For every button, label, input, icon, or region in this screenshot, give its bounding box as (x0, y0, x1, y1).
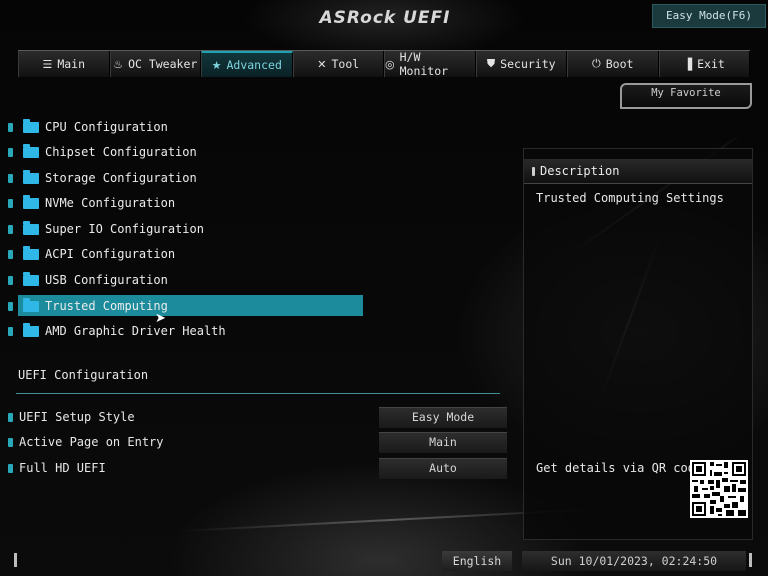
menu-item-label: AMD Graphic Driver Health (45, 324, 226, 338)
setting-value-dropdown[interactable]: Easy Mode (379, 407, 507, 428)
folder-icon (23, 220, 39, 235)
setting-label: Full HD UEFI (19, 461, 106, 475)
tab-exit[interactable]: ▐ Exit (658, 51, 750, 77)
star-icon: ★ (211, 58, 222, 72)
folder-icon (23, 297, 39, 312)
power-icon: ⏻ (592, 57, 601, 70)
bullet-icon (8, 147, 13, 157)
asrock-uefi-logo: ASRock UEFI (319, 8, 451, 28)
qr-code-icon (690, 460, 748, 518)
scroll-indicator-right (749, 553, 752, 567)
folder-icon (23, 143, 39, 158)
menu-item-label: Super IO Configuration (45, 222, 204, 236)
tab-label: Tool (331, 57, 360, 71)
my-favorite-button[interactable]: My Favorite (620, 83, 752, 109)
folder-icon (23, 118, 39, 133)
menu-item-label: ACPI Configuration (45, 247, 176, 261)
setting-label: UEFI Setup Style (19, 410, 135, 424)
menu-item-amd-graphic-driver-health[interactable]: AMD Graphic Driver Health (8, 320, 358, 342)
tab-label: Main (57, 57, 86, 71)
datetime-display: Sun 10/01/2023, 02:24:50 (522, 551, 746, 571)
description-header: Description (524, 159, 752, 184)
description-panel: Description Trusted Computing Settings G… (523, 148, 753, 540)
tab-boot[interactable]: ⏻ Boot (567, 51, 659, 77)
description-text: Trusted Computing Settings (536, 191, 724, 205)
uefi-configuration-title: UEFI Configuration (18, 368, 149, 382)
menu-item-label: Storage Configuration (45, 171, 197, 185)
bullet-icon (8, 326, 13, 336)
setting-uefi-setup-style[interactable]: UEFI Setup Style Easy Mode (8, 406, 507, 428)
tools-icon: ✕ (317, 57, 327, 71)
description-heading: Description (540, 164, 620, 178)
exit-icon: ▐ (683, 57, 693, 71)
menu-item-acpi-configuration[interactable]: ACPI Configuration (8, 243, 358, 265)
tab-label: Security (500, 57, 556, 71)
setting-active-page-on-entry[interactable]: Active Page on Entry Main (8, 431, 507, 453)
bullet-icon (8, 198, 13, 208)
bullet-icon (8, 173, 13, 183)
qr-label: Get details via QR code (536, 461, 703, 475)
tab-advanced[interactable]: ★ Advanced (201, 51, 293, 77)
bullet-icon (8, 122, 13, 132)
easy-mode-button[interactable]: Easy Mode(F6) (652, 4, 766, 28)
menu-item-label: USB Configuration (45, 273, 168, 287)
bullet-icon (8, 301, 13, 311)
tab-label: Boot (605, 57, 634, 71)
tab-label: OC Tweaker (128, 57, 198, 71)
bullet-icon (8, 463, 13, 473)
menu-item-storage-configuration[interactable]: Storage Configuration (8, 167, 358, 189)
bullet-icon (8, 275, 13, 285)
tab-oc-tweaker[interactable]: ♨ OC Tweaker (109, 51, 201, 77)
setting-label: Active Page on Entry (19, 435, 164, 449)
setting-value-dropdown[interactable]: Main (379, 432, 507, 453)
menu-item-label: Chipset Configuration (45, 145, 197, 159)
setting-value-dropdown[interactable]: Auto (379, 458, 507, 479)
menu-item-label: Trusted Computing (45, 299, 168, 313)
tab-label: Exit (697, 57, 725, 71)
bullet-icon (8, 437, 13, 447)
menu-item-chipset-configuration[interactable]: Chipset Configuration (8, 141, 358, 163)
folder-icon (23, 322, 39, 337)
setting-full-hd-uefi[interactable]: Full HD UEFI Auto (8, 457, 507, 479)
monitor-icon: ◎ (385, 57, 395, 71)
menu-item-cpu-configuration[interactable]: CPU Configuration (8, 116, 358, 138)
list-icon: ☰ (42, 57, 53, 71)
folder-icon (23, 194, 39, 209)
bullet-icon (8, 249, 13, 259)
tab-main[interactable]: ☰ Main (18, 51, 110, 77)
mouse-cursor-icon: ➤ (155, 311, 166, 326)
bullet-icon (8, 224, 13, 234)
menu-item-usb-configuration[interactable]: USB Configuration (8, 269, 358, 291)
section-divider (16, 393, 500, 394)
menu-item-trusted-computing[interactable]: Trusted Computing (8, 295, 363, 317)
tab-hw-monitor[interactable]: ◎ H/W Monitor (384, 50, 476, 78)
shield-icon: ⛊ (486, 57, 496, 70)
flame-icon: ♨ (113, 57, 124, 71)
tab-security[interactable]: ⛊ Security (475, 51, 567, 77)
menu-item-super-io-configuration[interactable]: Super IO Configuration (8, 218, 358, 240)
folder-icon (23, 245, 39, 260)
bullet-icon (8, 412, 13, 422)
tab-label: Advanced (226, 58, 282, 72)
folder-icon (23, 271, 39, 286)
tab-tool[interactable]: ✕ Tool (292, 51, 384, 77)
menu-item-label: CPU Configuration (45, 120, 168, 134)
info-bar-icon (532, 166, 535, 176)
main-nav: ☰ Main ♨ OC Tweaker ★ Advanced ✕ Tool ◎ … (18, 50, 750, 78)
tab-label: H/W Monitor (399, 50, 449, 78)
language-button[interactable]: English (442, 551, 512, 571)
menu-item-nvme-configuration[interactable]: NVMe Configuration (8, 192, 358, 214)
scroll-indicator-left (14, 553, 17, 567)
menu-item-label: NVMe Configuration (45, 196, 176, 210)
folder-icon (23, 169, 39, 184)
